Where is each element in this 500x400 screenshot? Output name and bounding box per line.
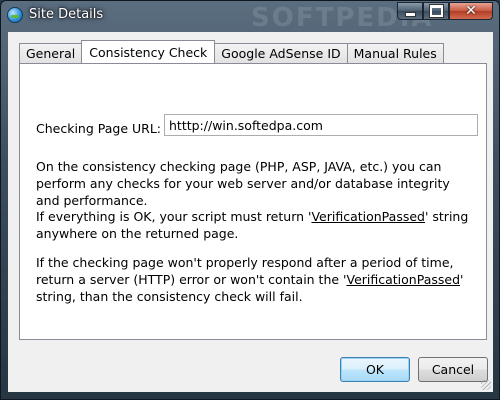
window-title: Site Details (29, 7, 104, 22)
success-paragraph: If everything is OK, your script must re… (36, 208, 476, 242)
description-paragraph: On the consistency checking page (PHP, A… (36, 159, 450, 208)
tab-google-adsense-id[interactable]: Google AdSense ID (214, 43, 348, 63)
tab-manual-rules[interactable]: Manual Rules (346, 43, 444, 63)
failure-paragraph: If the checking page won't properly resp… (36, 254, 476, 305)
ok-button[interactable]: OK (340, 357, 410, 382)
maximize-icon (429, 5, 443, 17)
checking-page-url-input[interactable] (164, 114, 478, 136)
verification-keyword: VerificationPassed (311, 209, 425, 224)
site-details-window: Site Details SOFTPEDIA ✕ General Consist… (0, 0, 500, 400)
verification-keyword-2: VerificationPassed (346, 272, 461, 287)
cancel-button[interactable]: Cancel (418, 357, 488, 382)
close-icon: ✕ (465, 3, 477, 19)
close-button[interactable]: ✕ (449, 2, 493, 20)
dialog-client-area: General Consistency Check Google AdSense… (8, 32, 493, 392)
tab-consistency-check[interactable]: Consistency Check (81, 40, 216, 63)
minimize-icon (404, 11, 416, 17)
maximize-button[interactable] (423, 2, 449, 20)
tab-general[interactable]: General (19, 43, 83, 63)
tab-strip: General Consistency Check Google AdSense… (19, 40, 444, 63)
minimize-button[interactable] (397, 2, 423, 20)
checking-page-url-label: Checking Page URL: (36, 121, 161, 136)
title-bar[interactable]: Site Details SOFTPEDIA ✕ (1, 1, 499, 33)
success-text-before: If everything is OK, your script must re… (36, 209, 312, 224)
window-controls: ✕ (397, 2, 493, 20)
consistency-check-panel: Checking Page URL: On the consistency ch… (19, 63, 487, 340)
globe-icon (7, 7, 23, 23)
resize-grip[interactable] (481, 380, 491, 390)
